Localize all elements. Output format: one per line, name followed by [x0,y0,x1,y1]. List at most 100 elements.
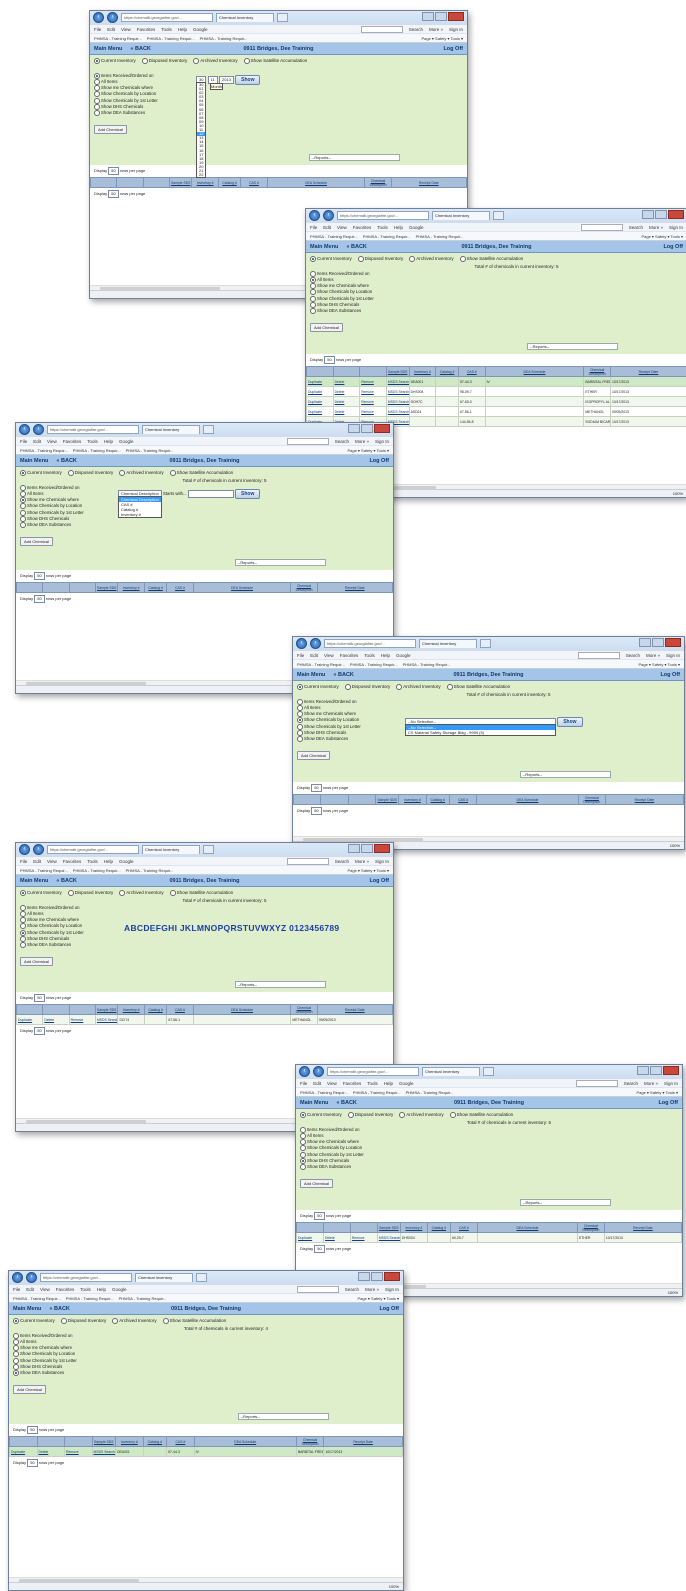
radio-icon[interactable] [300,1139,306,1146]
toolbar-more-button[interactable]: More » [365,1287,379,1292]
main-menu-link[interactable]: Main Menu [310,244,338,250]
radio-icon[interactable] [13,1357,19,1364]
tab-disposed-inventory[interactable]: Disposed Inventory [344,684,390,690]
log-off-link[interactable]: Log Off [379,1306,399,1312]
radio-icon[interactable] [13,1351,19,1358]
delete-link[interactable]: Delete [335,410,345,414]
radio-icon[interactable] [300,1112,306,1118]
column-header[interactable]: Sample SDS [94,582,119,593]
tab-current-inventory[interactable]: Current Inventory [20,890,62,896]
msds-search-link[interactable]: MSDS Search [388,400,408,404]
sign-in-link[interactable]: Sign In [449,27,463,32]
toolbar-search-input[interactable] [286,437,329,445]
back-link[interactable]: « BACK [56,878,76,884]
radio-icon[interactable] [297,717,303,724]
new-tab-button[interactable] [483,1067,494,1076]
menu-favorites[interactable]: Favorites [343,1081,362,1086]
browser-tab[interactable]: Chemical Inventory [135,1273,193,1282]
radio-icon[interactable] [297,735,303,742]
radio-icon[interactable] [20,905,26,911]
radio-icon[interactable] [20,515,26,522]
close-icon[interactable] [374,424,390,433]
radio-icon[interactable] [20,941,26,948]
duplicate-link[interactable]: Duplicate [18,1018,32,1022]
radio-icon[interactable] [459,256,466,262]
back-arrow-icon[interactable]: ‹ [19,424,30,435]
log-off-link[interactable]: Log Off [369,878,389,884]
sign-in-link[interactable]: Sign In [375,439,389,444]
tab-satellite-accumulation[interactable]: Show Satellite Accumulation [449,1112,513,1118]
radio-icon[interactable] [20,521,26,528]
address-bar[interactable]: https://chemdb.georgiafire.gov/... [121,13,213,22]
tab-disposed-inventory[interactable]: Disposed Inventory [60,1318,106,1324]
address-bar[interactable]: https://chemdb.georgiafire.gov/... [327,1067,419,1076]
radio-icon[interactable] [409,256,416,262]
favorite-link[interactable]: PHMSA - Training Requir... [310,234,358,239]
minimize-icon[interactable] [422,12,434,21]
tab-archived-inventory[interactable]: Archived Inventory [119,890,164,896]
location-option[interactable]: CS Material Safety Storage Bldg - 9999 (… [406,730,555,735]
back-link[interactable]: « BACK [56,458,76,464]
remove-link[interactable]: Remove [361,380,374,384]
column-header[interactable]: DEA Schedule [476,794,579,805]
add-chemical-button[interactable]: Add Chemical [20,536,53,546]
delete-link[interactable]: Delete [335,390,345,394]
remove-link[interactable]: Remove [361,390,374,394]
radio-icon[interactable] [119,470,126,476]
maximize-icon[interactable] [655,210,667,219]
msds-search-link[interactable]: MSDS Search [94,1450,115,1454]
column-header[interactable]: Inventory # [191,177,219,188]
column-header[interactable]: Receipt Date [323,1436,403,1447]
radio-icon[interactable] [446,684,453,690]
radio-icon[interactable] [67,470,74,476]
radio-icon[interactable] [449,1112,456,1118]
new-tab-button[interactable] [480,639,491,648]
menu-edit[interactable]: Edit [323,225,331,230]
radio-icon[interactable] [13,1333,19,1339]
log-off-link[interactable]: Log Off [369,458,389,464]
radio-icon[interactable] [20,503,26,510]
menu-help[interactable]: Help [384,1081,393,1086]
toolbar-more-button[interactable]: More » [355,439,369,444]
duplicate-link[interactable]: Duplicate [308,410,322,414]
column-header[interactable]: CAS # [166,1004,194,1015]
zoom-level[interactable]: 100% [668,1290,678,1295]
close-icon[interactable] [374,844,390,853]
toolbar-more-button[interactable]: More » [646,653,660,658]
radio-icon[interactable] [169,470,176,476]
tab-current-inventory[interactable]: Current Inventory [20,470,62,476]
menu-view[interactable]: View [121,27,131,32]
column-header[interactable]: DEA Schedule [476,1222,578,1233]
menu-file[interactable]: File [20,859,27,864]
main-menu-link[interactable]: Main Menu [300,1100,328,1106]
favorite-link[interactable]: PHMSA - Training Requir... [66,1296,114,1301]
column-header[interactable]: Chemical Description [364,177,392,188]
new-tab-button[interactable] [203,845,214,854]
radio-icon[interactable] [20,509,26,516]
tab-satellite-accumulation[interactable]: Show Satellite Accumulation [243,58,307,64]
back-link[interactable]: « BACK [336,1100,356,1106]
radio-icon[interactable] [94,79,100,86]
radio-icon[interactable] [20,917,26,924]
menu-edit[interactable]: Edit [310,653,318,658]
new-tab-button[interactable] [203,425,214,434]
column-header[interactable]: Catalog # [217,177,242,188]
minimize-icon[interactable] [639,638,651,647]
delete-link[interactable]: Delete [335,400,345,404]
column-header[interactable]: Inventory # [115,1436,144,1447]
menu-help[interactable]: Help [104,439,113,444]
reports-select[interactable]: --Reports-- [519,1199,611,1206]
menu-help[interactable]: Help [394,225,403,230]
new-tab-button[interactable] [277,13,288,22]
column-header[interactable]: Receipt Date [316,1004,393,1015]
tab-disposed-inventory[interactable]: Disposed Inventory [67,470,113,476]
back-arrow-icon[interactable]: ‹ [309,210,320,221]
radio-icon[interactable] [94,58,100,64]
column-header[interactable]: Chemical Description [295,1436,325,1447]
reports-select[interactable]: --Reports-- [234,559,326,566]
radio-icon[interactable] [300,1151,306,1158]
column-header[interactable]: Receipt Date [604,794,684,805]
menu-file[interactable]: File [94,27,101,32]
favorite-link[interactable]: PHMSA - Training Requir... [126,448,174,453]
column-header[interactable]: Catalog # [425,794,450,805]
